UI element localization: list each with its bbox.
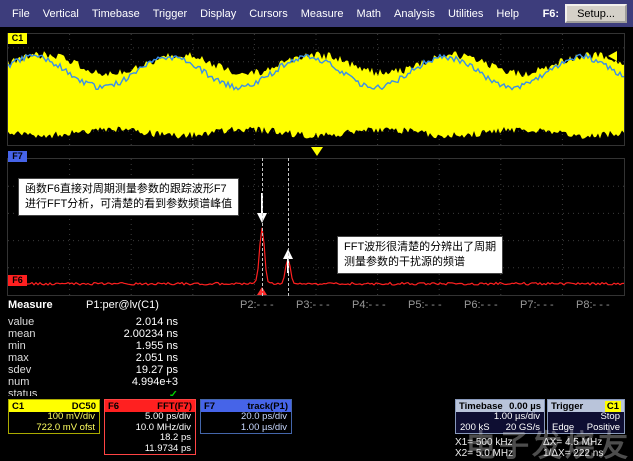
setup-button[interactable]: Setup... xyxy=(565,4,627,23)
p1-max: 2.051 ns xyxy=(135,352,178,364)
p1-value: 2.014 ns xyxy=(135,316,178,328)
menu-math[interactable]: Math xyxy=(351,5,387,23)
menu-utilities[interactable]: Utilities xyxy=(442,5,489,23)
oscilloscope-screen: File Vertical Timebase Trigger Display C… xyxy=(0,0,633,461)
measure-col-p5[interactable]: P5:- - - xyxy=(408,299,442,311)
cursor-x2-readout: X2= 5.0 MHz xyxy=(455,448,514,459)
f7-hdiv: 1.00 µs/div xyxy=(240,421,287,433)
timebase-delay: 0.00 µs xyxy=(509,400,541,412)
measure-row-sdev: sdev 19.27 ps xyxy=(8,364,178,376)
measure-col-p2[interactable]: P2:- - - xyxy=(240,299,274,311)
f6-function: FFT(F7) xyxy=(157,400,192,412)
trace-label-f6: F6 xyxy=(8,275,27,286)
annotation-note-2: FFT波形很清楚的分辨出了周期 测量参数的干扰源的频谱 xyxy=(337,236,504,274)
trigger-level-marker[interactable] xyxy=(608,51,617,61)
menu-help[interactable]: Help xyxy=(490,5,525,23)
f6-readout2: 11.9734 ps xyxy=(144,442,191,454)
p1-num: 4.994e+3 xyxy=(131,376,178,388)
f6-fft-trace xyxy=(7,227,625,286)
c1-waveform xyxy=(8,51,624,139)
menu-vertical[interactable]: Vertical xyxy=(37,5,85,23)
note2-line1: FFT波形很清楚的分辨出了周期 xyxy=(344,241,497,253)
cursor-invdx-readout: 1/ΔX= 222 ns xyxy=(543,448,604,459)
p1-min: 1.955 ns xyxy=(135,340,178,352)
trigger-slope: Positive xyxy=(586,421,620,433)
f7-function: track(P1) xyxy=(247,400,288,412)
menu-cursors[interactable]: Cursors xyxy=(243,5,294,23)
note1-line1: 函数F6直接对周期测量参数的跟踪波形F7 xyxy=(25,183,227,195)
measure-col-p7[interactable]: P7:- - - xyxy=(520,299,554,311)
menu-measure[interactable]: Measure xyxy=(295,5,350,23)
measure-row-mean: mean 2.00234 ns xyxy=(8,328,178,340)
menu-display[interactable]: Display xyxy=(194,5,242,23)
f7-descriptor-box[interactable]: F7 track(P1) 20.0 ps/div 1.00 µs/div xyxy=(200,399,292,434)
cursor-x1-readout: X1= 500 kHz xyxy=(455,437,513,448)
c1-box-title: C1 xyxy=(12,400,25,412)
menu-timebase[interactable]: Timebase xyxy=(86,5,146,23)
f6-box-title: F6 xyxy=(108,400,120,412)
trigger-box[interactable]: Trigger C1 Stop Edge Positive xyxy=(547,399,625,434)
cursor-2[interactable] xyxy=(288,158,289,296)
measure-col-p8[interactable]: P8:- - - xyxy=(576,299,610,311)
trigger-time-marker[interactable] xyxy=(311,147,323,156)
trigger-source: C1 xyxy=(604,400,621,412)
p1-mean: 2.00234 ns xyxy=(123,328,178,340)
timebase-tdiv: 1.00 µs/div xyxy=(493,411,540,422)
note2-line2: 测量参数的干扰源的频谱 xyxy=(344,256,465,268)
measure-col-p6[interactable]: P6:- - - xyxy=(464,299,498,311)
timebase-samples: 200 kS xyxy=(460,421,490,433)
menu-bar: File Vertical Timebase Trigger Display C… xyxy=(0,0,633,27)
cursor-dx-readout: ΔX= 4.5 MHz xyxy=(543,437,603,448)
grid-c1 xyxy=(7,33,625,146)
menu-trigger[interactable]: Trigger xyxy=(147,5,193,23)
f7-box-title: F7 xyxy=(204,400,216,412)
measure-col-p1[interactable]: P1:per@lv(C1) xyxy=(86,299,159,311)
trigger-mode: Stop xyxy=(600,411,620,422)
c1-waveform-svg xyxy=(7,34,624,145)
c1-descriptor-box[interactable]: C1 DC50 100 mV/div 722.0 mV ofst xyxy=(8,399,100,434)
timebase-rate: 20 GS/s xyxy=(505,421,540,433)
cursor-1[interactable] xyxy=(262,158,263,296)
f6-readout1: 18.2 ps xyxy=(159,432,191,443)
status-bar: C1 DC50 100 mV/div 722.0 mV ofst F6 FFT(… xyxy=(0,396,633,461)
measure-row-num: num 4.994e+3 xyxy=(8,376,178,388)
measure-title: Measure xyxy=(8,299,53,311)
trigger-type: Edge xyxy=(552,421,575,433)
c1-offset: 722.0 mV ofst xyxy=(36,421,95,433)
measure-col-p3[interactable]: P3:- - - xyxy=(296,299,330,311)
trigger-title: Trigger xyxy=(551,400,584,412)
c1-coupling: DC50 xyxy=(71,400,96,412)
menu-analysis[interactable]: Analysis xyxy=(388,5,441,23)
annotation-note-1: 函数F6直接对周期测量参数的跟踪波形F7 进行FFT分析，可清楚的看到参数频谱峰… xyxy=(18,178,240,216)
note1-line2: 进行FFT分析，可清楚的看到参数频谱峰值 xyxy=(25,198,233,210)
trace-label-f7: F7 xyxy=(8,151,27,162)
timebase-box[interactable]: Timebase 0.00 µs 1.00 µs/div 200 kS 20 G… xyxy=(455,399,545,434)
waveform-display: C1 F7 F6 函数F6直接对周期测量参数的跟踪波形F7 进行FFT分析，可清… xyxy=(0,27,633,296)
menu-file[interactable]: File xyxy=(6,5,36,23)
c1-vdiv: 100 mV/div xyxy=(47,411,95,422)
timebase-title: Timebase xyxy=(459,400,503,412)
f7-vdiv: 20.0 ps/div xyxy=(241,411,287,422)
f6-context-label: F6: xyxy=(542,7,560,20)
p1-sdev: 19.27 ps xyxy=(135,364,178,376)
measure-row-value: value 2.014 ns xyxy=(8,316,178,328)
measure-row-max: max 2.051 ns xyxy=(8,352,178,364)
measure-col-p4[interactable]: P4:- - - xyxy=(352,299,386,311)
f6-vdiv: 5.00 ps/div xyxy=(145,411,191,422)
f6-descriptor-box[interactable]: F6 FFT(F7) 5.00 ps/div 10.0 MHz/div 18.2… xyxy=(104,399,196,455)
measure-row-min: min 1.955 ns xyxy=(8,340,178,352)
measure-panel: Measure P1:per@lv(C1) P2:- - - P3:- - - … xyxy=(0,296,633,401)
trace-label-c1: C1 xyxy=(8,33,27,44)
